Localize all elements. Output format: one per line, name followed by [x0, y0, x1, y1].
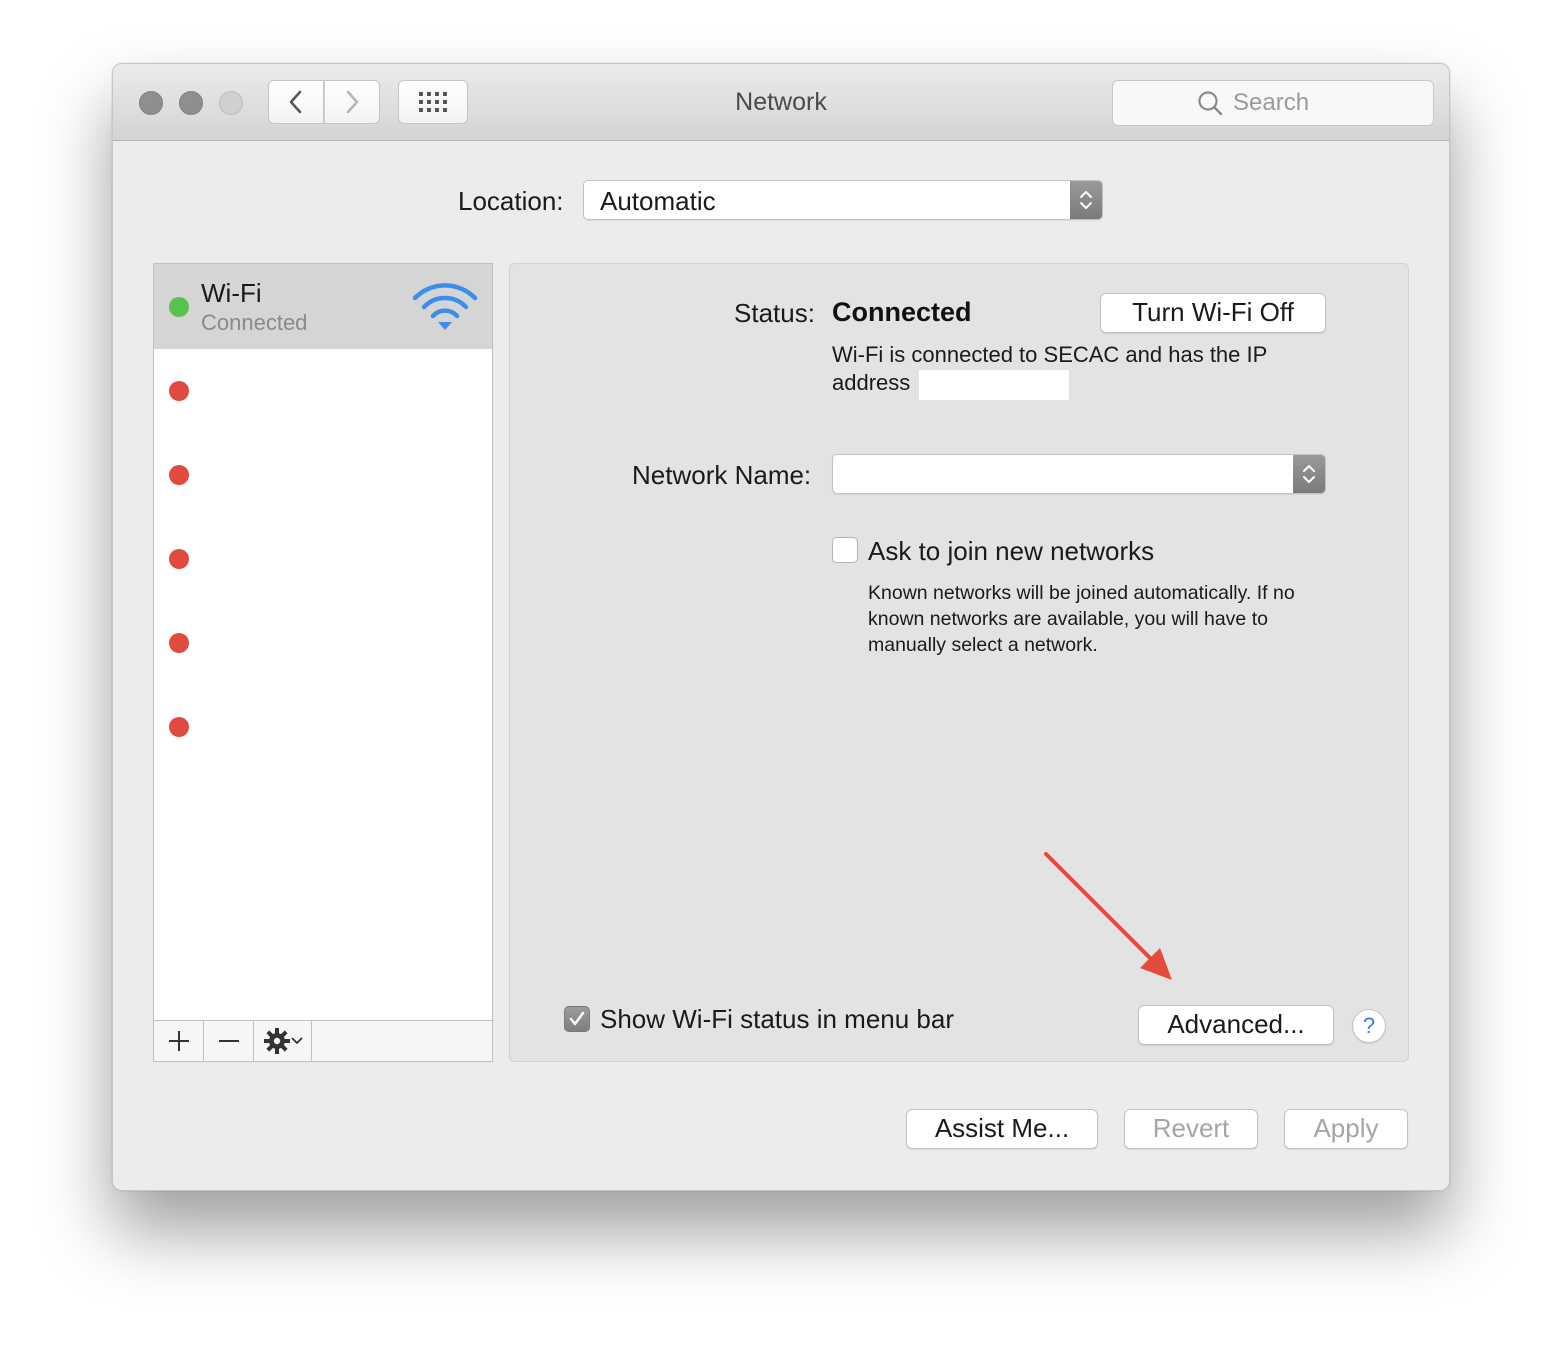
advanced-button[interactable]: Advanced...: [1138, 1005, 1334, 1045]
revert-button[interactable]: Revert: [1124, 1109, 1258, 1149]
status-dot-red: [169, 717, 189, 737]
status-description: Wi-Fi is connected to SECAC and has the …: [832, 342, 1267, 395]
service-name: Wi-Fi: [201, 278, 262, 308]
ask-to-join-description: Known networks will be joined automatica…: [868, 582, 1295, 656]
service-detail-panel: Status: Connected Turn Wi-Fi Off Wi-Fi i…: [509, 263, 1409, 1062]
annotation-arrow-icon: [1044, 852, 1172, 980]
apply-button[interactable]: Apply: [1284, 1109, 1408, 1149]
service-item[interactable]: [154, 433, 492, 517]
service-item[interactable]: [154, 685, 492, 769]
gear-icon: [263, 1028, 290, 1054]
service-item[interactable]: [154, 517, 492, 601]
search-placeholder: Search: [1233, 89, 1310, 116]
service-status: Connected: [201, 310, 308, 335]
title-bar: Network Search: [113, 64, 1449, 141]
zoom-window-button[interactable]: [219, 91, 243, 115]
show-all-button[interactable]: [398, 80, 468, 124]
grid-icon: [419, 92, 447, 112]
service-list: Wi-Fi Connected: [153, 263, 493, 1062]
minus-icon: [218, 1040, 239, 1042]
chevron-down-icon: [290, 1037, 303, 1045]
updown-arrows-icon: [1293, 455, 1325, 493]
minimize-window-button[interactable]: [179, 91, 203, 115]
service-list-toolbar: [154, 1020, 492, 1061]
location-label: Location:: [458, 186, 564, 216]
wifi-icon: [412, 283, 478, 330]
search-icon: [1198, 91, 1223, 116]
service-item[interactable]: [154, 601, 492, 685]
plus-icon: [168, 1031, 189, 1051]
forward-button[interactable]: [324, 80, 380, 124]
ask-to-join-label: Ask to join new networks: [868, 536, 1155, 566]
turn-wifi-off-button[interactable]: Turn Wi-Fi Off: [1100, 293, 1326, 333]
status-dot-red: [169, 633, 189, 653]
assist-me-button[interactable]: Assist Me...: [906, 1109, 1098, 1149]
location-value: Automatic: [600, 186, 716, 216]
close-window-button[interactable]: [139, 91, 163, 115]
show-wifi-status-checkbox[interactable]: [564, 1006, 590, 1032]
status-dot-green: [169, 297, 189, 317]
status-dot-red: [169, 381, 189, 401]
status-value: Connected: [832, 297, 972, 327]
show-wifi-status-label: Show Wi-Fi status in menu bar: [600, 1004, 955, 1034]
chevron-right-icon: [346, 90, 359, 114]
status-dot-red: [169, 465, 189, 485]
service-actions-button[interactable]: [254, 1021, 312, 1061]
add-service-button[interactable]: [154, 1021, 204, 1061]
status-label: Status:: [734, 298, 815, 328]
network-name-label: Network Name:: [632, 460, 812, 490]
network-preferences-window: Network Search Location: Automatic Wi-Fi: [112, 63, 1450, 1191]
ask-to-join-checkbox[interactable]: [832, 537, 858, 563]
back-button[interactable]: [268, 80, 324, 124]
chevron-left-icon: [289, 90, 302, 114]
network-name-select[interactable]: [832, 454, 1326, 494]
checkmark-icon: [569, 1011, 585, 1026]
search-field[interactable]: Search: [1112, 80, 1434, 126]
location-select[interactable]: Automatic: [583, 180, 1103, 220]
service-item-wifi[interactable]: Wi-Fi Connected: [154, 264, 492, 349]
ip-address-redacted: [919, 370, 1069, 400]
remove-service-button[interactable]: [204, 1021, 254, 1061]
status-dot-red: [169, 549, 189, 569]
help-button[interactable]: ?: [1352, 1009, 1386, 1043]
service-item[interactable]: [154, 349, 492, 433]
updown-arrows-icon: [1070, 181, 1102, 219]
